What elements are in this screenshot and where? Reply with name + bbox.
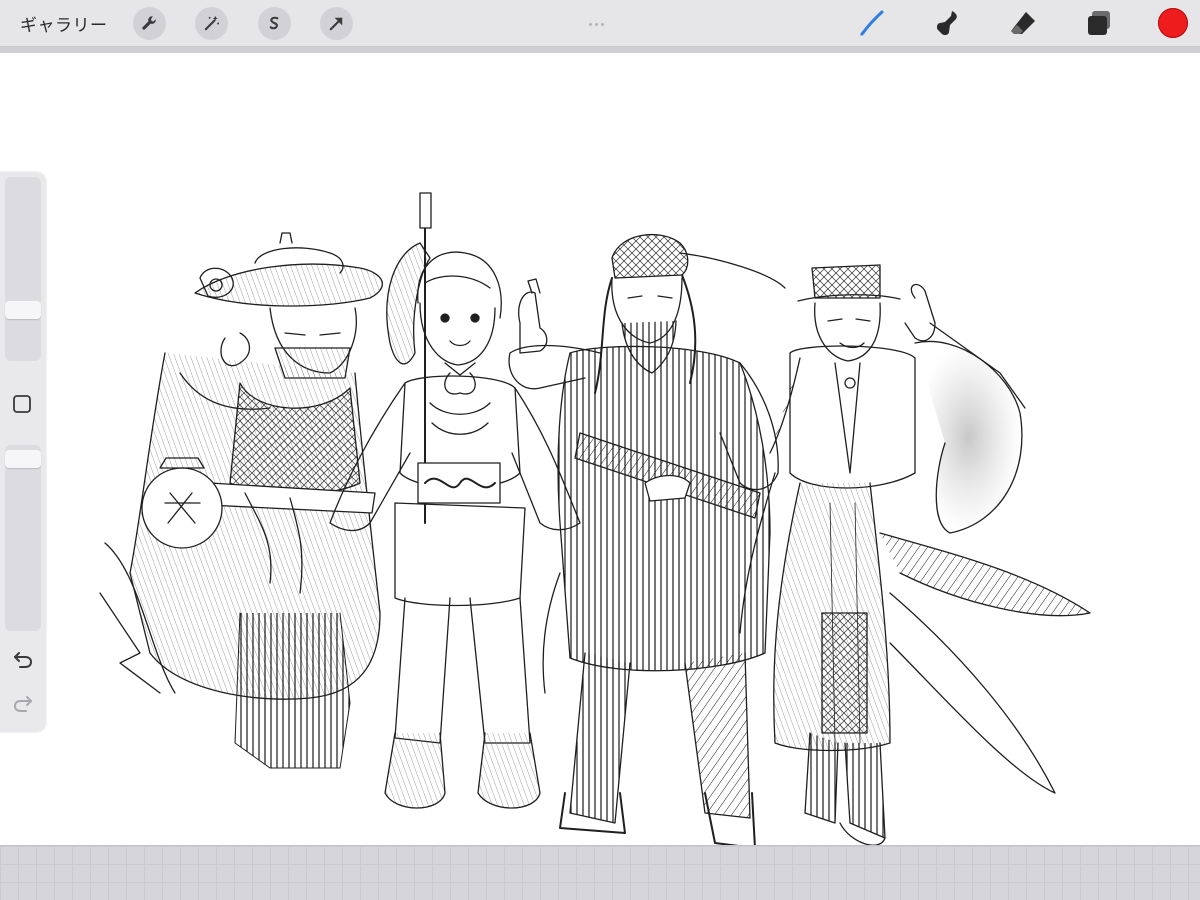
left-sidebar <box>0 172 46 732</box>
brush-size-thumb[interactable] <box>5 301 41 319</box>
wrench-icon <box>142 16 156 30</box>
drawing-canvas[interactable] <box>0 53 1200 845</box>
redo-icon[interactable] <box>12 692 34 714</box>
figure-young-girl <box>329 242 581 809</box>
eraser-icon[interactable] <box>1008 8 1038 38</box>
color-picker-button[interactable] <box>1158 8 1188 38</box>
figure-bearded-man <box>508 233 786 845</box>
transform-button[interactable] <box>320 7 353 40</box>
brush-icon[interactable] <box>857 8 887 38</box>
magic-wand-icon <box>204 15 220 31</box>
brush-size-slider[interactable] <box>5 177 41 361</box>
actions-button[interactable] <box>133 7 166 40</box>
sketch-artwork <box>99 192 1091 845</box>
figure-hooded-warrior <box>99 192 432 769</box>
selection-button[interactable] <box>258 7 291 40</box>
procreate-app: ギャラリー <box>0 0 1200 900</box>
undo-icon[interactable] <box>12 648 34 670</box>
modify-square-icon[interactable] <box>12 394 32 414</box>
top-toolbar: ギャラリー <box>0 0 1200 47</box>
figure-top-hat-man <box>739 264 1091 845</box>
opacity-thumb[interactable] <box>5 450 41 468</box>
transform-arrow-icon <box>329 17 343 31</box>
toolbar-grip-handle[interactable] <box>589 11 611 26</box>
opacity-slider[interactable] <box>5 445 41 631</box>
layers-icon[interactable] <box>1084 8 1114 38</box>
gallery-button[interactable]: ギャラリー <box>20 11 108 36</box>
adjustments-button[interactable] <box>195 7 228 40</box>
canvas-bottom-area <box>0 845 1200 900</box>
selection-icon <box>269 16 279 30</box>
smudge-icon[interactable] <box>932 8 962 38</box>
